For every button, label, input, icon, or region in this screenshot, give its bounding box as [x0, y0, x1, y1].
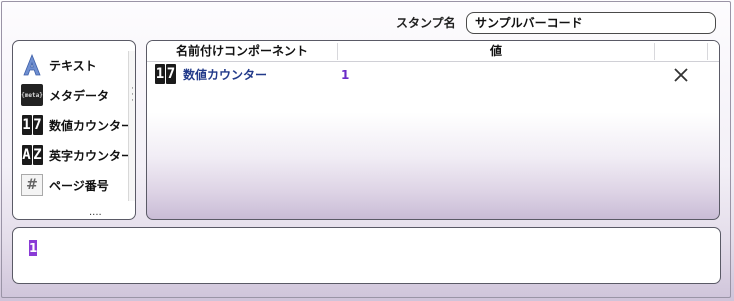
- metadata-icon: {meta}: [21, 84, 43, 106]
- row-component-value[interactable]: 1: [341, 63, 349, 87]
- column-divider: [654, 43, 655, 60]
- scroll-grip-icon: · · ·: [131, 84, 134, 106]
- palette-item-label: 数値カウンター: [49, 118, 134, 133]
- palette-item-label: テキスト: [49, 58, 97, 73]
- column-header-value[interactable]: 値: [338, 41, 654, 61]
- palette-item-label: ページ番号: [49, 178, 109, 193]
- page-number-icon: #: [21, 174, 43, 196]
- text-a-icon: [21, 54, 43, 76]
- palette-item-text[interactable]: テキスト: [21, 53, 97, 77]
- close-icon: [674, 68, 688, 82]
- column-divider: [707, 43, 708, 60]
- palette-item-number-counter[interactable]: 17 数値カウンター: [21, 113, 133, 137]
- delete-row-button[interactable]: [671, 65, 691, 85]
- palette-item-label: 英字カウンター: [49, 148, 134, 163]
- palette-item-alpha-counter[interactable]: AZ 英字カウンター: [21, 143, 133, 167]
- number-counter-icon: 17: [155, 64, 176, 84]
- component-table: 名前付けコンポーネント 値 17 数値カウンター 1: [146, 40, 720, 220]
- stamp-preview[interactable]: 1: [12, 227, 721, 284]
- table-header: 名前付けコンポーネント 値: [147, 41, 719, 62]
- palette-more-indicator: ....: [89, 207, 102, 218]
- table-row[interactable]: 17 数値カウンター 1: [147, 63, 719, 87]
- row-component-name: 数値カウンター: [183, 68, 268, 82]
- palette-item-label: メタデータ: [49, 88, 110, 103]
- palette-item-metadata[interactable]: {meta} メタデータ: [21, 83, 109, 107]
- stamp-name-label: スタンプ名: [396, 16, 456, 30]
- palette-scrollbar[interactable]: [128, 51, 135, 201]
- alpha-counter-icon: AZ: [21, 145, 43, 165]
- preview-counter-token[interactable]: 1: [29, 240, 37, 256]
- palette-item-page-number[interactable]: # ページ番号: [21, 173, 109, 197]
- stamp-name-input[interactable]: サンプルバーコード: [466, 12, 716, 34]
- column-header-name[interactable]: 名前付けコンポーネント: [147, 41, 337, 61]
- number-counter-icon: 17: [21, 115, 43, 135]
- component-palette: テキスト {meta} メタデータ 17 数値カウンター AZ 英字カウンター …: [12, 40, 136, 220]
